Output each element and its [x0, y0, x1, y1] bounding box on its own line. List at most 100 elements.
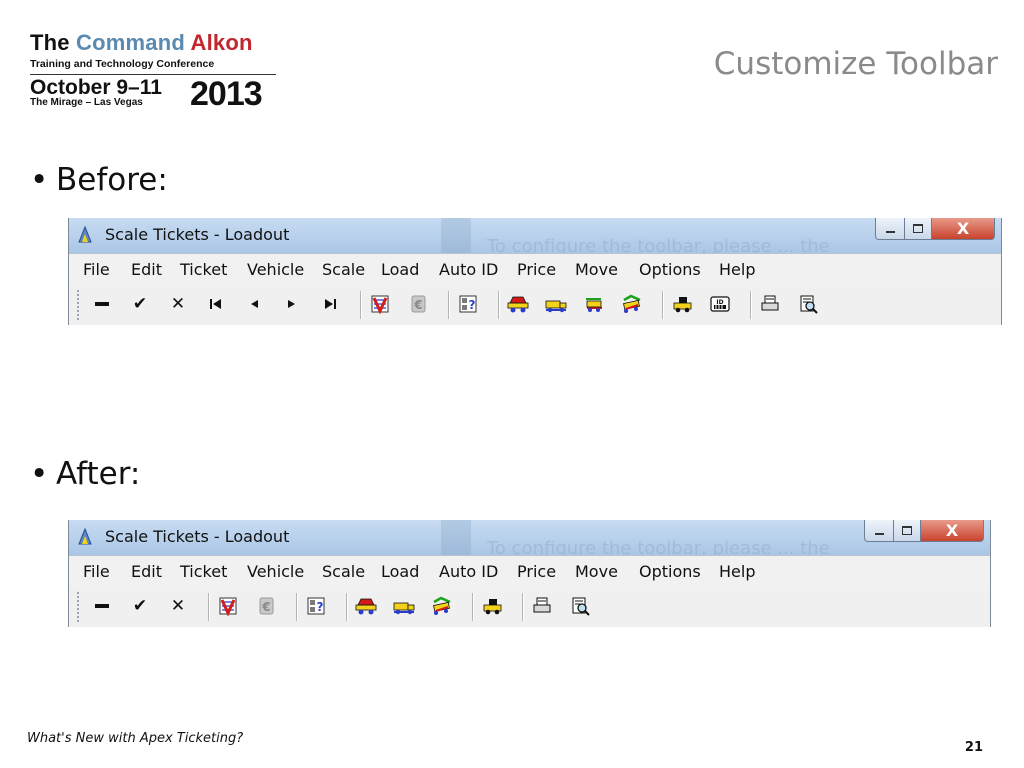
toolbar-button-truck-exchange[interactable] [583, 293, 605, 315]
toolbar-separator [346, 593, 348, 621]
truck-red-icon [355, 596, 377, 616]
title-bar[interactable]: To configure the toolbar, please ... the… [69, 218, 1001, 257]
toolbar-button-truck-red[interactable] [355, 595, 377, 617]
menu-load[interactable]: Load [381, 562, 419, 581]
toolbar-button-save-check[interactable]: ✔ [129, 293, 151, 315]
toolbar-button-previous-record[interactable] [243, 293, 265, 315]
toolbar-button-save-check[interactable]: ✔ [129, 595, 151, 617]
toolbar-button-print[interactable] [531, 595, 553, 617]
toolbar-button-loader[interactable] [671, 293, 693, 315]
svg-text:ID: ID [716, 299, 723, 306]
toolbar-button-reprint-coin[interactable]: € [255, 595, 277, 617]
menu-bar: File Edit Ticket Vehicle Scale Load Auto ID Pri… [69, 555, 990, 588]
window-after: To configure the toolbar, please ... the… [68, 520, 991, 627]
toolbar-button-new[interactable] [91, 595, 113, 617]
toolbar-separator [448, 291, 450, 319]
reprint-coin-icon: € [408, 294, 428, 314]
menu-load[interactable]: Load [381, 260, 419, 279]
close-button[interactable]: X [932, 218, 995, 240]
menu-file[interactable]: File [83, 562, 110, 581]
previous-record-icon [248, 298, 260, 310]
menu-edit[interactable]: Edit [131, 562, 162, 581]
toolbar-button-print[interactable] [759, 293, 781, 315]
menu-move[interactable]: Move [575, 260, 618, 279]
toolbar-grip[interactable] [76, 289, 80, 321]
toolbar-button-print-preview[interactable] [797, 293, 819, 315]
toolbar-button-delete-x[interactable]: ✕ [167, 595, 189, 617]
first-record-icon [209, 298, 223, 310]
new-icon [95, 604, 109, 608]
toolbar-button-last-record[interactable] [319, 293, 341, 315]
title-bar-reflection [441, 520, 471, 555]
title-bar-reflection [441, 218, 471, 253]
window-controls: X [864, 520, 984, 542]
truck-yellow-icon [393, 596, 415, 616]
menu-edit[interactable]: Edit [131, 260, 162, 279]
toolbar-button-truck-green[interactable] [621, 293, 643, 315]
toolbar-button-truck-yellow[interactable] [545, 293, 567, 315]
svg-text:€: € [261, 600, 270, 614]
svg-text:?: ? [317, 600, 324, 614]
menu-scale[interactable]: Scale [322, 562, 365, 581]
logo-word-the: The [30, 30, 70, 55]
toolbar-button-reprint-coin[interactable]: € [407, 293, 429, 315]
menu-auto-id[interactable]: Auto ID [439, 260, 498, 279]
menu-help[interactable]: Help [719, 260, 755, 279]
menu-help[interactable]: Help [719, 562, 755, 581]
menu-bar: File Edit Ticket Vehicle Scale Load Auto ID Pri… [69, 253, 1001, 286]
save-check-icon: ✔ [132, 294, 148, 314]
toolbar-button-next-record[interactable] [281, 293, 303, 315]
slide-title: Customize Toolbar [713, 46, 998, 82]
toolbar-button-truck-green[interactable] [431, 595, 453, 617]
toolbar-separator [472, 593, 474, 621]
maximize-button[interactable] [905, 218, 932, 240]
menu-auto-id[interactable]: Auto ID [439, 562, 498, 581]
bullet-dot: • [30, 162, 49, 198]
logo-subtitle: Training and Technology Conference [30, 58, 215, 70]
toolbar-button-void-ticket[interactable] [217, 595, 239, 617]
toolbar-button-truck-red[interactable] [507, 293, 529, 315]
toolbar-button-first-record[interactable] [205, 293, 227, 315]
logo-word-alkon: Alkon [190, 30, 253, 55]
menu-options[interactable]: Options [639, 562, 701, 581]
menu-ticket[interactable]: Ticket [180, 562, 227, 581]
minimize-button[interactable] [864, 520, 894, 542]
close-button[interactable]: X [921, 520, 984, 542]
toolbar-separator [662, 291, 664, 319]
app-icon[interactable] [75, 224, 95, 244]
menu-move[interactable]: Move [575, 562, 618, 581]
toolbar-button-id-card[interactable]: ID [709, 293, 731, 315]
id-card-icon: ID [709, 294, 731, 314]
toolbar-button-delete-x[interactable]: ✕ [167, 293, 189, 315]
toolbar-button-query[interactable]: ? [305, 595, 327, 617]
toolbar-button-new[interactable] [91, 293, 113, 315]
maximize-button[interactable] [894, 520, 921, 542]
menu-scale[interactable]: Scale [322, 260, 365, 279]
menu-price[interactable]: Price [517, 260, 556, 279]
toolbar-button-loader[interactable] [481, 595, 503, 617]
toolbar-separator [498, 291, 500, 319]
menu-file[interactable]: File [83, 260, 110, 279]
query-icon: ? [306, 596, 326, 616]
app-icon[interactable] [75, 526, 95, 546]
delete-x-icon: ✕ [170, 294, 186, 314]
menu-ticket[interactable]: Ticket [180, 260, 227, 279]
toolbar-button-truck-yellow[interactable] [393, 595, 415, 617]
title-bar[interactable]: To configure the toolbar, please ... the… [69, 520, 990, 559]
toolbar-button-print-preview[interactable] [569, 595, 591, 617]
bullet-before-text: Before: [56, 162, 168, 198]
menu-vehicle[interactable]: Vehicle [247, 260, 304, 279]
toolbar-grip[interactable] [76, 591, 80, 623]
menu-price[interactable]: Price [517, 562, 556, 581]
minimize-button[interactable] [875, 218, 905, 240]
toolbar-button-void-ticket[interactable] [369, 293, 391, 315]
toolbar-separator [296, 593, 298, 621]
menu-options[interactable]: Options [639, 260, 701, 279]
bullet-dot: • [30, 456, 49, 492]
page-number: 21 [964, 740, 983, 755]
toolbar-button-query[interactable]: ? [457, 293, 479, 315]
bullet-before: • Before: [30, 162, 168, 198]
menu-vehicle[interactable]: Vehicle [247, 562, 304, 581]
window-title: Scale Tickets - Loadout [105, 225, 290, 244]
print-icon [532, 596, 552, 616]
